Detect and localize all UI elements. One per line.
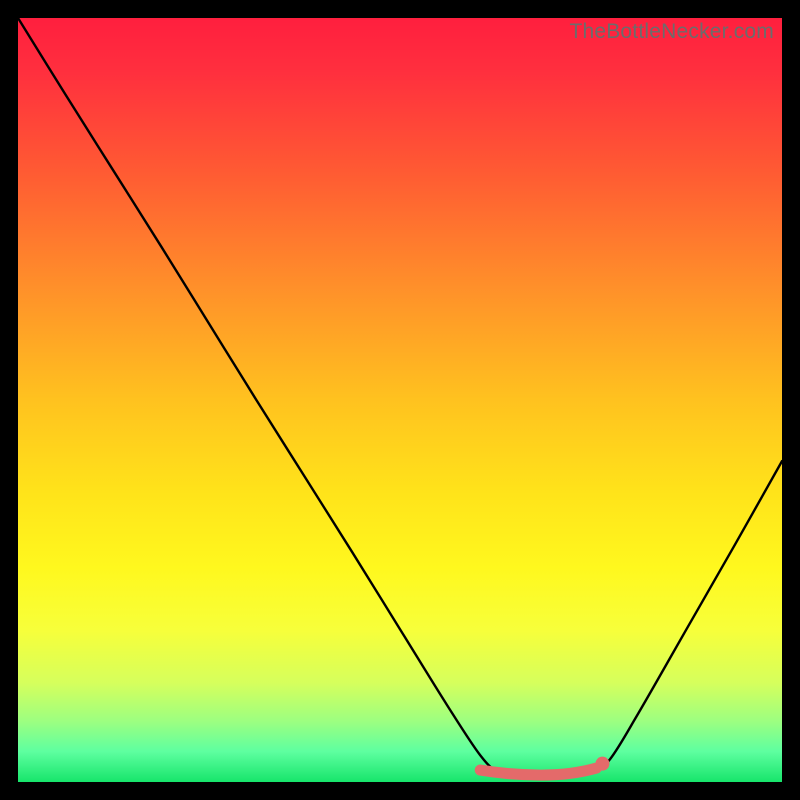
optimal-point-dot	[595, 757, 609, 771]
watermark-text: TheBottleNecker.com	[569, 20, 774, 44]
bottleneck-chart	[18, 18, 782, 782]
gradient-background	[18, 18, 782, 782]
chart-frame: TheBottleNecker.com	[18, 18, 782, 782]
